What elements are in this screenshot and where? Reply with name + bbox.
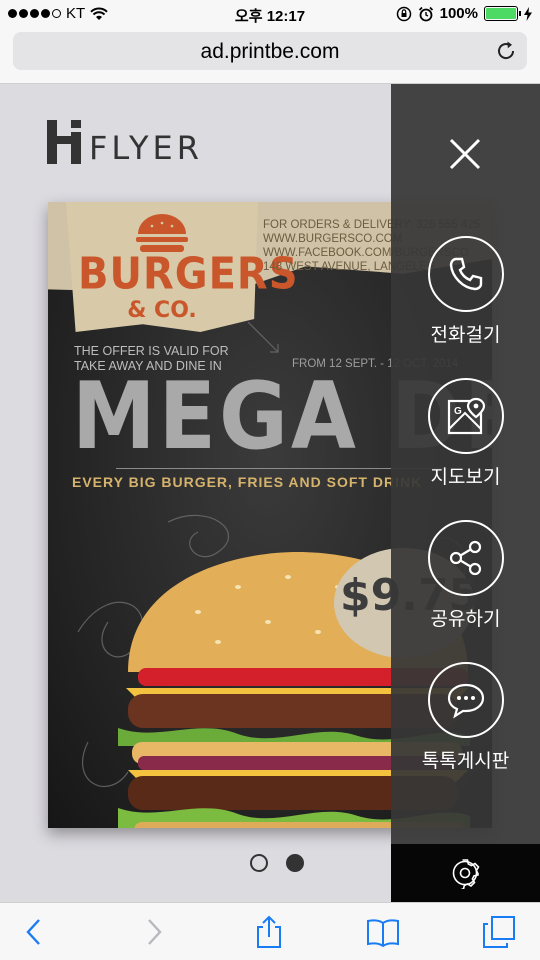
logo-text: FLYER xyxy=(89,129,203,167)
logo-mark-icon xyxy=(47,120,81,164)
brand-title: BURGERS xyxy=(78,248,299,300)
gear-icon[interactable] xyxy=(449,857,481,889)
alarm-icon xyxy=(418,6,433,21)
map-button[interactable]: G 지도보기 xyxy=(391,378,540,489)
action-circle: G xyxy=(427,378,504,454)
page-dot-active[interactable] xyxy=(286,854,304,872)
offer-line: THE OFFER IS VALID FOR xyxy=(74,344,229,358)
browser-address-bar: ad.printbe.com xyxy=(0,28,540,84)
share-sheet-icon[interactable] xyxy=(252,915,286,949)
map-icon: G xyxy=(447,397,485,435)
action-circle xyxy=(427,520,504,596)
status-bar: KT 오후 12:17 100% xyxy=(0,0,540,28)
url-text: ad.printbe.com xyxy=(200,40,340,63)
close-icon[interactable] xyxy=(447,136,483,172)
call-label: 전화걸기 xyxy=(430,324,501,346)
reload-icon[interactable] xyxy=(495,40,517,62)
talk-board-label: 톡톡게시판 xyxy=(421,750,510,772)
brand-name: BURGERS & CO. xyxy=(78,248,299,323)
share-label: 공유하기 xyxy=(430,608,501,630)
tabs-icon[interactable] xyxy=(482,915,516,949)
action-circle xyxy=(427,662,504,738)
call-button[interactable]: 전화걸기 xyxy=(391,236,540,347)
share-button[interactable]: 공유하기 xyxy=(391,520,540,631)
flyer-tagline: EVERY BIG BURGER, FRIES AND SOFT DRINK xyxy=(72,474,423,490)
page-dot[interactable] xyxy=(250,854,268,872)
share-icon xyxy=(449,540,481,576)
page-content: FLYER BURGERS & CO. FOR ORDERS & DELIVER… xyxy=(0,84,540,902)
orientation-lock-icon xyxy=(396,6,411,21)
page-indicator xyxy=(250,854,304,872)
action-circle xyxy=(427,236,504,312)
url-field[interactable]: ad.printbe.com xyxy=(13,32,527,70)
back-icon[interactable] xyxy=(18,915,52,949)
map-label: 지도보기 xyxy=(430,466,501,488)
browser-toolbar xyxy=(0,902,540,960)
battery-percent: 100% xyxy=(439,5,478,22)
talk-board-button[interactable]: 톡톡게시판 xyxy=(391,662,540,773)
charging-icon xyxy=(524,6,532,21)
settings-bar xyxy=(391,844,540,902)
svg-text:G: G xyxy=(454,406,462,417)
status-right: 100% xyxy=(396,5,532,22)
forward-icon[interactable] xyxy=(136,915,170,949)
phone-icon xyxy=(449,257,482,291)
chat-icon xyxy=(447,683,484,719)
brand-subtitle: & CO. xyxy=(127,298,197,323)
bookmarks-icon[interactable] xyxy=(366,915,400,949)
battery-icon xyxy=(484,6,521,21)
flyer-logo: FLYER xyxy=(47,120,203,164)
side-action-panel: 전화걸기 G 지도보기 공유하기 톡톡게시판 xyxy=(391,84,540,844)
